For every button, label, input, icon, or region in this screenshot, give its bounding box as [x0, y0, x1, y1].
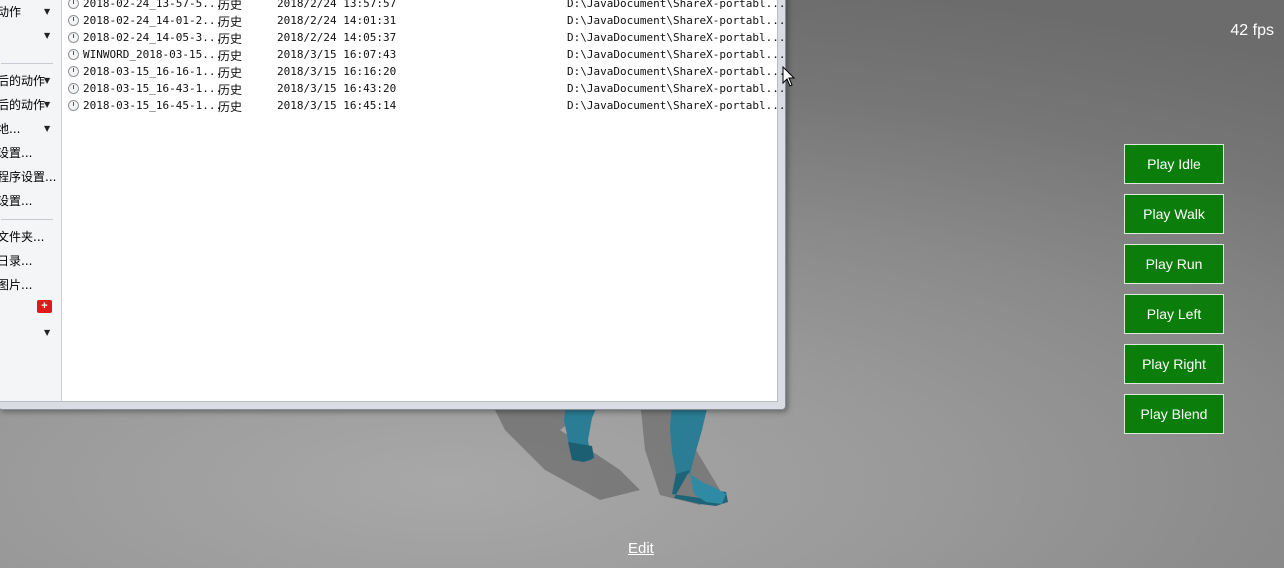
file-path: D:\JavaDocument\ShareX-portabl...	[567, 0, 786, 10]
file-path: D:\JavaDocument\ShareX-portabl...	[567, 31, 786, 44]
chevron-down-icon: ▼	[44, 328, 51, 337]
play-left-button[interactable]: Play Left	[1124, 294, 1224, 334]
file-name: WINWORD_2018-03-15...	[83, 48, 223, 61]
menu-separator	[1, 63, 53, 64]
menu-item-label: 程序设置...	[0, 170, 57, 184]
file-date: 2018/3/15 16:43:20	[277, 82, 397, 95]
file-name: 2018-02-24_14-05-3...	[83, 31, 223, 44]
menu-item-actions[interactable]: 动作 ▼	[0, 1, 61, 23]
file-type: 历史	[218, 49, 243, 63]
menu-item-after-actions-1[interactable]: 后的动作 ▼	[0, 70, 61, 92]
menu-item-images[interactable]: 图片...	[0, 274, 61, 296]
file-date: 2018/3/15 16:16:20	[277, 65, 397, 78]
file-date: 2018/2/24 13:57:57	[277, 0, 397, 10]
file-type: 历史	[218, 15, 243, 29]
clock-icon	[68, 66, 79, 77]
menu-item-location[interactable]: 地... ▼	[0, 118, 61, 140]
file-name: 2018-03-15_16-45-1...	[83, 99, 223, 112]
file-path: D:\JavaDocument\ShareX-portabl...	[567, 14, 786, 27]
mouse-cursor-icon	[782, 66, 796, 87]
clock-icon	[68, 49, 79, 60]
menu-item-label: 后的动作	[0, 74, 46, 88]
clock-icon	[68, 32, 79, 43]
menu-item-label: 文件夹...	[0, 230, 45, 244]
context-menu: 动作▼ ▼ 后的动作▼ 后的动作▼ 地...▼ 设置... 程序设置... 设置…	[0, 0, 62, 401]
play-run-button[interactable]: Play Run	[1124, 244, 1224, 284]
history-window: 动作▼ ▼ 后的动作▼ 后的动作▼ 地...▼ 设置... 程序设置... 设置…	[0, 0, 786, 410]
file-name: 2018-02-24_14-01-2...	[83, 14, 223, 27]
menu-item-directory[interactable]: 日录...	[0, 250, 61, 272]
menu-item-label: 设置...	[0, 194, 33, 208]
file-type: 历史	[218, 83, 243, 97]
file-type: 历史	[218, 100, 243, 114]
clock-icon	[68, 15, 79, 26]
menu-item-after-actions-2[interactable]: 后的动作 ▼	[0, 94, 61, 116]
list-item[interactable]: WINWORD_2018-03-15... 历史 2018/3/15 16:07…	[65, 46, 786, 63]
file-date: 2018/3/15 16:45:14	[277, 99, 397, 112]
menu-item-app-settings[interactable]: 程序设置...	[0, 166, 61, 188]
file-path: D:\JavaDocument\ShareX-portabl...	[567, 48, 786, 61]
list-item[interactable]: 2018-02-24_14-05-3... 历史 2018/2/24 14:05…	[65, 29, 786, 46]
file-date: 2018/2/24 14:01:31	[277, 14, 397, 27]
menu-item-settings-2[interactable]: 设置...	[0, 190, 61, 212]
menu-item-label: 动作	[0, 5, 22, 19]
animation-button-group: Play Idle Play Walk Play Run Play Left P…	[1124, 144, 1224, 444]
list-item[interactable]: 2018-02-24_13-57-5... 历史 2018/2/24 13:57…	[65, 0, 786, 12]
history-list: 2018-02-24_13-57-5... 历史 2018/2/24 13:57…	[65, 0, 786, 114]
file-path: D:\JavaDocument\ShareX-portabl...	[567, 82, 786, 95]
menu-separator	[1, 219, 53, 220]
file-type: 历史	[218, 66, 243, 80]
file-name: 2018-03-15_16-43-1...	[83, 82, 223, 95]
menu-item-label: 地...	[0, 122, 21, 136]
file-type: 历史	[218, 32, 243, 46]
menu-item-label: 设置...	[0, 146, 33, 160]
file-name: 2018-03-15_16-16-1...	[83, 65, 223, 78]
clock-icon	[68, 83, 79, 94]
file-name: 2018-02-24_13-57-5...	[83, 0, 223, 10]
chevron-down-icon: ▼	[44, 100, 51, 109]
play-blend-button[interactable]: Play Blend	[1124, 394, 1224, 434]
play-right-button[interactable]: Play Right	[1124, 344, 1224, 384]
menu-item-more[interactable]: ▼	[0, 322, 61, 344]
history-window-content: 动作▼ ▼ 后的动作▼ 后的动作▼ 地...▼ 设置... 程序设置... 设置…	[0, 0, 786, 402]
clock-icon	[68, 100, 79, 111]
plus-icon[interactable]: +	[37, 300, 52, 313]
menu-item-label: 图片...	[0, 278, 33, 292]
file-path: D:\JavaDocument\ShareX-portabl...	[567, 99, 786, 112]
play-walk-button[interactable]: Play Walk	[1124, 194, 1224, 234]
file-date: 2018/2/24 14:05:37	[277, 31, 397, 44]
menu-item-label: 日录...	[0, 254, 33, 268]
clock-icon	[68, 0, 79, 9]
list-item[interactable]: 2018-03-15_16-43-1... 历史 2018/3/15 16:43…	[65, 80, 786, 97]
file-date: 2018/3/15 16:07:43	[277, 48, 397, 61]
menu-item-2[interactable]: ▼	[0, 25, 61, 47]
fps-counter: 42 fps	[1230, 22, 1274, 39]
chevron-down-icon: ▼	[44, 76, 51, 85]
list-item[interactable]: 2018-03-15_16-16-1... 历史 2018/3/15 16:16…	[65, 63, 786, 80]
chevron-down-icon: ▼	[44, 31, 51, 40]
chevron-down-icon: ▼	[44, 7, 51, 16]
menu-item-label: 后的动作	[0, 98, 46, 112]
file-path: D:\JavaDocument\ShareX-portabl...	[567, 65, 786, 78]
edit-link[interactable]: Edit	[628, 540, 654, 557]
list-item[interactable]: 2018-02-24_14-01-2... 历史 2018/2/24 14:01…	[65, 12, 786, 29]
play-idle-button[interactable]: Play Idle	[1124, 144, 1224, 184]
chevron-down-icon: ▼	[44, 124, 51, 133]
menu-item-settings-1[interactable]: 设置...	[0, 142, 61, 164]
menu-item-folder[interactable]: 文件夹...	[0, 226, 61, 248]
list-item[interactable]: 2018-03-15_16-45-1... 历史 2018/3/15 16:45…	[65, 97, 786, 114]
